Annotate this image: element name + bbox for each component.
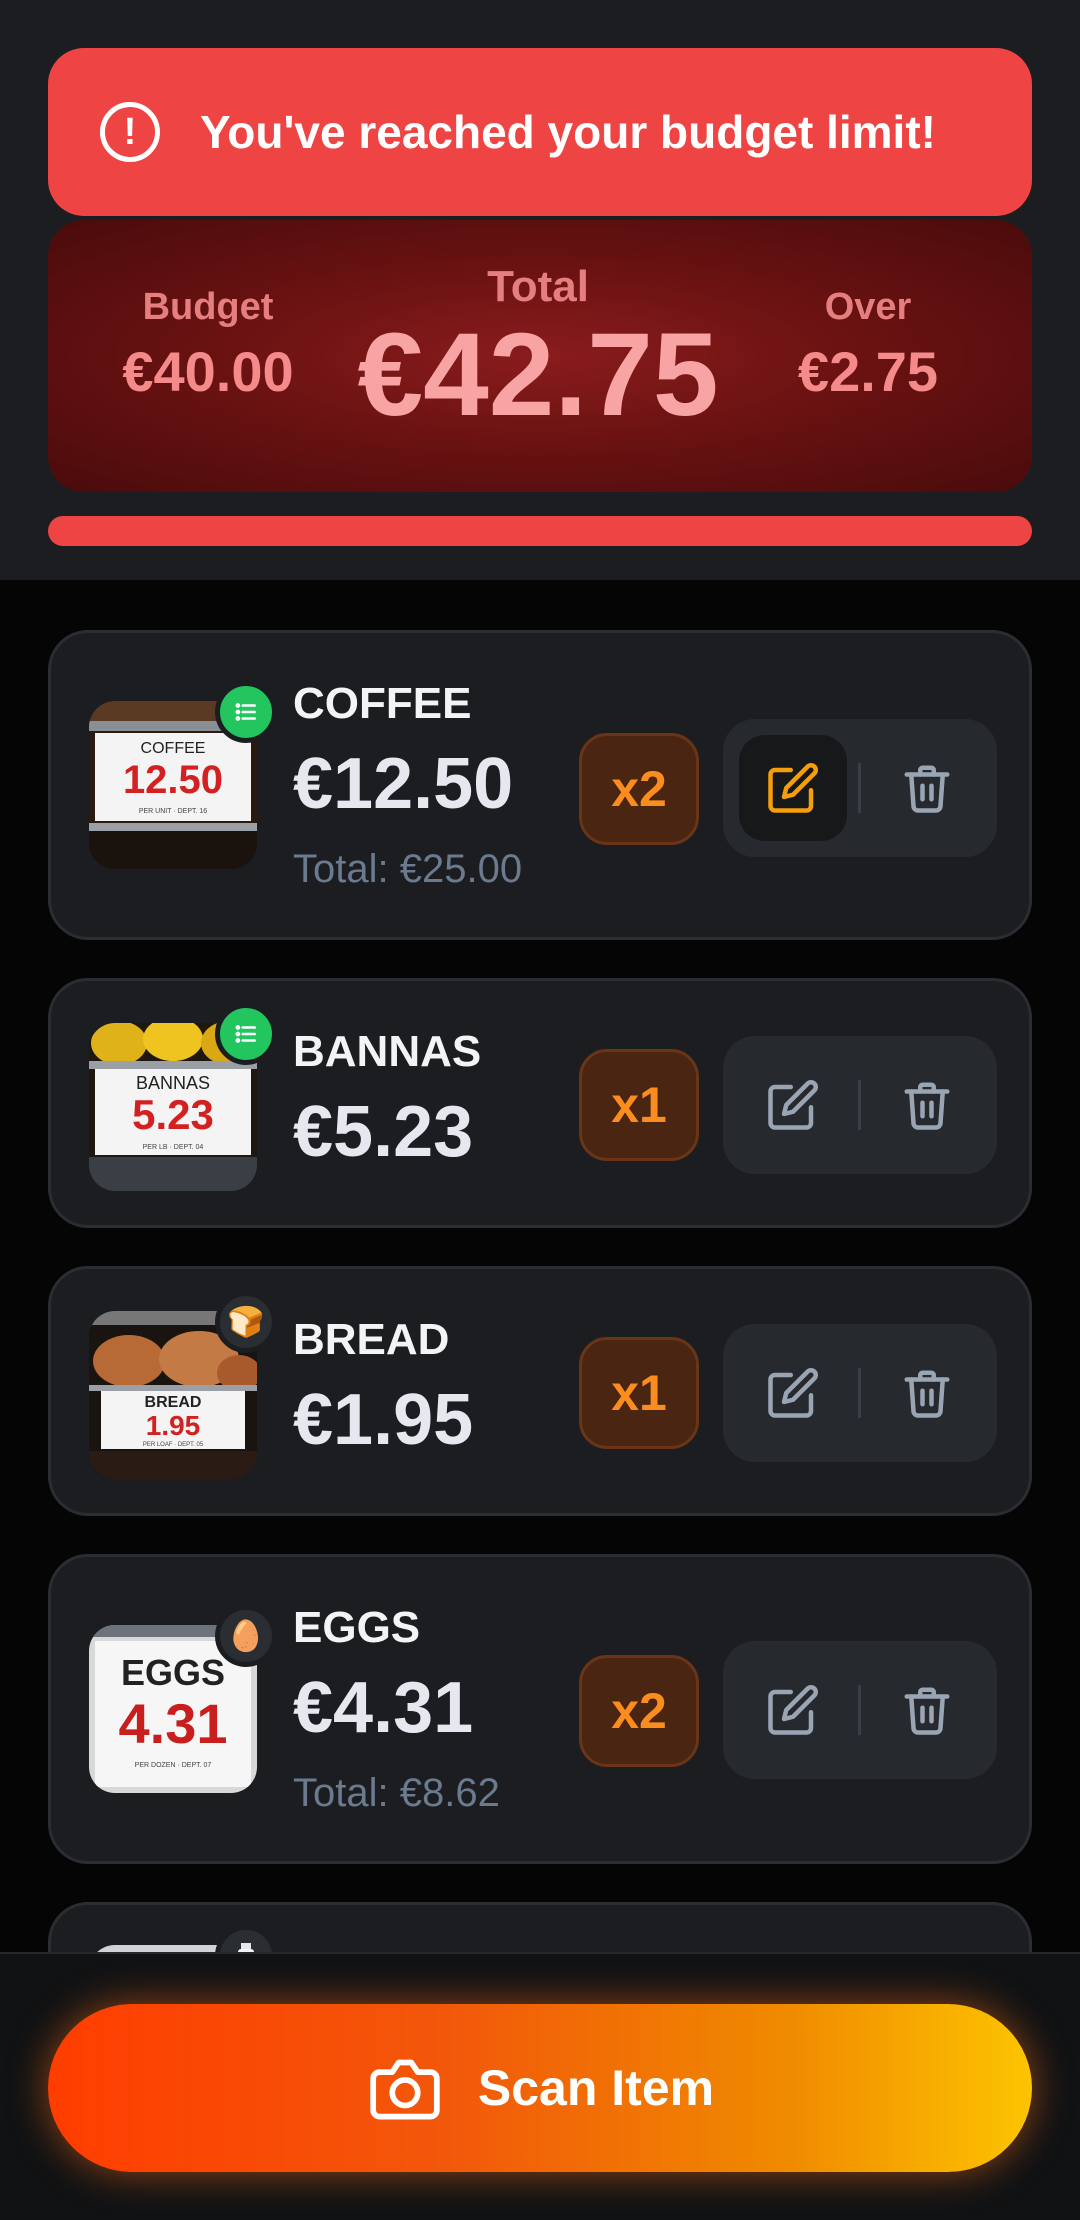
edit-button[interactable]: [739, 1657, 847, 1763]
item-actions: [723, 1324, 997, 1462]
list-item-bannas[interactable]: BANNAS 5.23 PER LB · DEPT. 04 BANNAS €5.…: [48, 978, 1032, 1228]
budget-value: €40.00: [122, 340, 294, 403]
item-actions: [723, 1641, 997, 1779]
alert-circle-icon: !: [100, 102, 160, 162]
total-value: €42.75: [357, 309, 719, 441]
divider: [858, 1685, 861, 1735]
list-icon: [215, 681, 277, 743]
budget-column: Budget €40.00: [88, 286, 328, 404]
item-name: EGGS: [293, 1603, 421, 1652]
delete-button[interactable]: [873, 735, 981, 841]
label-price: 1.95: [146, 1410, 201, 1441]
edit-icon: [768, 1685, 818, 1735]
delete-button[interactable]: [873, 1657, 981, 1763]
total-column: Total €42.75: [348, 262, 728, 438]
budget-summary-card: Budget €40.00 Total €42.75 Over €2.75: [48, 220, 1032, 492]
item-total: Total: €25.00: [293, 847, 523, 891]
item-price: €4.31: [293, 1668, 474, 1748]
bread-icon: 🍞: [215, 1291, 277, 1353]
delete-button[interactable]: [873, 1052, 981, 1158]
divider: [858, 763, 861, 813]
edit-icon: [768, 763, 818, 813]
edit-button[interactable]: [739, 1052, 847, 1158]
over-value: €2.75: [797, 340, 939, 403]
edit-icon: [768, 1368, 818, 1418]
budget-limit-alert: ! You've reached your budget limit!: [48, 48, 1032, 216]
divider: [858, 1080, 861, 1130]
quantity-badge[interactable]: x1: [579, 1049, 699, 1161]
label-sub: PER UNIT · DEPT. 16: [139, 808, 207, 815]
alert-message: You've reached your budget limit!: [200, 106, 936, 158]
edit-button[interactable]: [739, 1340, 847, 1446]
item-name: BANNAS: [293, 1027, 482, 1076]
item-name: BREAD: [293, 1315, 450, 1364]
label-price: 5.23: [132, 1091, 214, 1138]
edit-icon: [768, 1080, 818, 1130]
delete-button[interactable]: [873, 1340, 981, 1446]
egg-icon: 🥚: [215, 1605, 277, 1667]
scan-button-label: Scan Item: [477, 2060, 715, 2116]
list-item-bread[interactable]: BREAD 1.95 PER LOAF · DEPT. 05 🍞 BREAD €…: [48, 1266, 1032, 1516]
item-actions: [723, 1036, 997, 1174]
trash-icon: [904, 1687, 950, 1735]
scan-item-button[interactable]: Scan Item: [48, 2004, 1032, 2172]
budget-label: Budget: [142, 286, 274, 328]
over-label: Over: [824, 286, 912, 328]
item-total: Total: €8.62: [293, 1771, 500, 1815]
label-name: EGGS: [121, 1652, 225, 1693]
list-icon: [215, 1003, 277, 1065]
label-sub: PER LB · DEPT. 04: [143, 1144, 204, 1151]
trash-icon: [904, 1082, 950, 1130]
quantity-badge[interactable]: x1: [579, 1337, 699, 1449]
over-column: Over €2.75: [748, 286, 988, 404]
item-actions: [723, 719, 997, 857]
label-sub: PER LOAF · DEPT. 05: [143, 1442, 204, 1448]
item-price: €1.95: [293, 1380, 474, 1460]
camera-icon: [370, 2059, 440, 2120]
quantity-badge[interactable]: x2: [579, 733, 699, 845]
label-price: 4.31: [119, 1692, 228, 1755]
label-name: COFFEE: [141, 740, 206, 757]
item-price: €12.50: [293, 744, 514, 824]
total-label: Total: [487, 262, 589, 311]
divider: [858, 1368, 861, 1418]
label-name: BANNAS: [136, 1073, 210, 1093]
item-name: COFFEE: [293, 679, 472, 728]
edit-button[interactable]: [739, 735, 847, 841]
label-price: 12.50: [123, 758, 223, 802]
trash-icon: [904, 1370, 950, 1418]
item-price: €5.23: [293, 1092, 474, 1172]
quantity-badge[interactable]: x2: [579, 1655, 699, 1767]
trash-icon: [904, 765, 950, 813]
list-item-coffee[interactable]: COFFEE 12.50 PER UNIT · DEPT. 16 COFFEE …: [48, 630, 1032, 940]
list-item-eggs[interactable]: EGGS 4.31 PER DOZEN · DEPT. 07 🥚 EGGS €4…: [48, 1554, 1032, 1864]
budget-progress-bar: [48, 516, 1032, 546]
label-sub: PER DOZEN · DEPT. 07: [135, 1762, 212, 1769]
label-name: BREAD: [145, 1394, 202, 1411]
